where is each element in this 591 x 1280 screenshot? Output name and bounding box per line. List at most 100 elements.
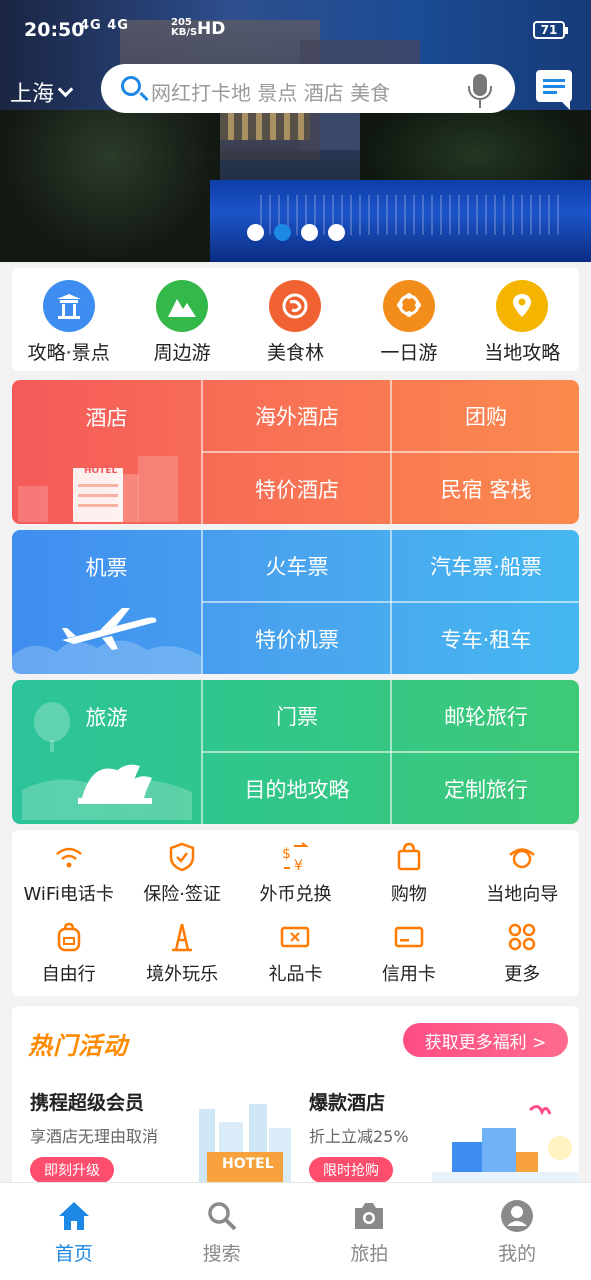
battery-icon: 71 (533, 21, 568, 39)
nav-profile[interactable]: 我的 (462, 1183, 572, 1280)
category-label: 攻略·景点 (27, 342, 110, 364)
nav-search[interactable]: 搜索 (167, 1183, 277, 1280)
grid-custom-travel[interactable]: 定制旅行 (392, 753, 579, 824)
category-daytrip[interactable]: 一日游 (354, 280, 464, 365)
service-more[interactable]: 更多 (467, 922, 577, 986)
banner-dot[interactable] (301, 224, 318, 241)
grid-tickets[interactable]: 门票 (203, 680, 391, 751)
currency-exchange-icon: $ ¥ (280, 842, 310, 872)
more-grid-icon (507, 922, 537, 952)
grid-group-buy[interactable]: 团购 (392, 380, 579, 451)
service-wifi[interactable]: WiFi电话卡 (14, 842, 124, 906)
grid-train[interactable]: 火车票 (203, 530, 391, 601)
grid-special-hotel[interactable]: 特价酒店 (203, 453, 391, 524)
grid-destination-guide[interactable]: 目的地攻略 (203, 753, 391, 824)
category-nearby[interactable]: 周边游 (127, 280, 237, 365)
flight-grid: 机票 火车票 汽车票·船票 特价机票 专车·租车 (12, 530, 579, 674)
promo-card-title: 携程超级会员 (30, 1092, 145, 1114)
search-icon (121, 76, 141, 96)
service-label: 外币兑换 (259, 884, 332, 905)
nav-travel-photo[interactable]: 旅拍 (314, 1183, 424, 1280)
category-food[interactable]: 美食林 (240, 280, 350, 365)
tower-icon (167, 922, 197, 952)
chevron-down-icon (57, 81, 74, 97)
more-benefits-button[interactable]: 获取更多福利 > (403, 1023, 568, 1057)
signal-icon: 4G 4G (80, 18, 129, 33)
flight-main-tile[interactable]: 机票 (12, 530, 201, 674)
banner-dot-active[interactable] (274, 224, 291, 241)
bottom-nav: 首页 搜索 旅拍 我的 (0, 1182, 591, 1280)
travel-main-tile[interactable]: 旅游 (12, 680, 201, 824)
city-selector[interactable]: 上海 (10, 76, 74, 108)
service-free-travel[interactable]: 自由行 (14, 922, 124, 986)
backpack-icon (54, 922, 84, 952)
search-placeholder: 网红打卡地 景点 酒店 美食 (151, 81, 391, 105)
camera-icon (352, 1199, 386, 1233)
service-overseas-fun[interactable]: 境外玩乐 (127, 922, 237, 986)
nav-label: 搜索 (202, 1243, 241, 1265)
banner-dot[interactable] (247, 224, 264, 241)
services-panel: WiFi电话卡 保险·签证 $ ¥ 外币兑换 购物 当地向导 自由行 境外玩乐 … (12, 830, 579, 996)
svg-text:¥: ¥ (294, 858, 303, 872)
flash-sale-button[interactable]: 限时抢购 (309, 1157, 393, 1183)
guide-icon (507, 842, 537, 872)
pagoda-icon (42, 280, 95, 332)
service-guide[interactable]: 当地向导 (467, 842, 577, 906)
service-label: 当地向导 (486, 884, 559, 905)
category-local[interactable]: 当地攻略 (467, 280, 577, 365)
status-time: 20:50 (24, 19, 85, 41)
hd-icon: HD (197, 19, 226, 39)
service-credit-card[interactable]: 信用卡 (354, 922, 464, 986)
status-bar: 20:50 4G 4G 205 KB/S HD 71 (0, 0, 591, 58)
category-label: 当地攻略 (484, 342, 561, 364)
category-label: 一日游 (380, 342, 438, 364)
mountain-icon (156, 280, 209, 332)
service-currency[interactable]: $ ¥ 外币兑换 (240, 842, 350, 906)
hotel-main-label: 酒店 (85, 406, 128, 430)
credit-card-icon (394, 922, 424, 952)
grid-special-flight[interactable]: 特价机票 (203, 603, 391, 674)
message-icon[interactable] (536, 70, 572, 110)
city-illustration (432, 1105, 579, 1186)
grid-cruise[interactable]: 邮轮旅行 (392, 680, 579, 751)
shrimp-icon (269, 280, 322, 332)
travel-grid: 旅游 门票 邮轮旅行 目的地攻略 定制旅行 (12, 680, 579, 824)
category-guide[interactable]: 攻略·景点 (14, 280, 124, 365)
category-row: 攻略·景点 周边游 美食林 一日游 当地攻略 (12, 268, 579, 371)
grid-car-rental[interactable]: 专车·租车 (392, 603, 579, 674)
flight-main-label: 机票 (85, 556, 128, 580)
nav-home[interactable]: 首页 (19, 1183, 129, 1280)
category-label: 美食林 (266, 342, 324, 364)
nav-label: 首页 (54, 1243, 93, 1265)
city-label: 上海 (10, 82, 55, 107)
promo-hotel-sign: HOTEL (222, 1156, 274, 1172)
grid-homestay[interactable]: 民宿 客栈 (392, 453, 579, 524)
home-icon (57, 1199, 91, 1233)
service-label: 购物 (390, 884, 427, 905)
wifi-icon (54, 842, 84, 872)
banner-dot[interactable] (328, 224, 345, 241)
promo-card-hotel-deal[interactable]: 爆款酒店 折上立减25% 限时抢购 (309, 1088, 409, 1183)
hot-activities-title: 热门活动 (28, 1032, 128, 1060)
user-icon (500, 1199, 534, 1233)
ferris-wheel-icon (382, 280, 435, 332)
search-bar[interactable]: 网红打卡地 景点 酒店 美食 (101, 64, 515, 113)
network-speed-unit: KB/S (171, 27, 198, 38)
upgrade-button[interactable]: 即刻升级 (30, 1157, 114, 1183)
airplane-icon (62, 608, 157, 650)
hotel-main-tile[interactable]: 酒店 HOTEL (12, 380, 201, 524)
promo-card-membership[interactable]: 携程超级会员 享酒店无理由取消 即刻升级 (30, 1088, 158, 1183)
banner-trees-left (0, 110, 220, 262)
grid-overseas-hotel[interactable]: 海外酒店 (203, 380, 391, 451)
service-shopping[interactable]: 购物 (354, 842, 464, 906)
service-gift-card[interactable]: 礼品卡 (240, 922, 350, 986)
grid-bus-ship[interactable]: 汽车票·船票 (392, 530, 579, 601)
microphone-icon[interactable] (468, 74, 492, 108)
opera-house-illustration (22, 702, 192, 820)
hotel-sign: HOTEL (84, 466, 118, 476)
service-insurance[interactable]: 保险·签证 (127, 842, 237, 906)
service-label: 境外玩乐 (146, 964, 219, 985)
hotel-grid: 酒店 HOTEL 海外酒店 团购 特价酒店 民宿 客栈 (12, 380, 579, 524)
map-pin-icon (496, 280, 549, 332)
service-label: 自由行 (41, 964, 96, 985)
